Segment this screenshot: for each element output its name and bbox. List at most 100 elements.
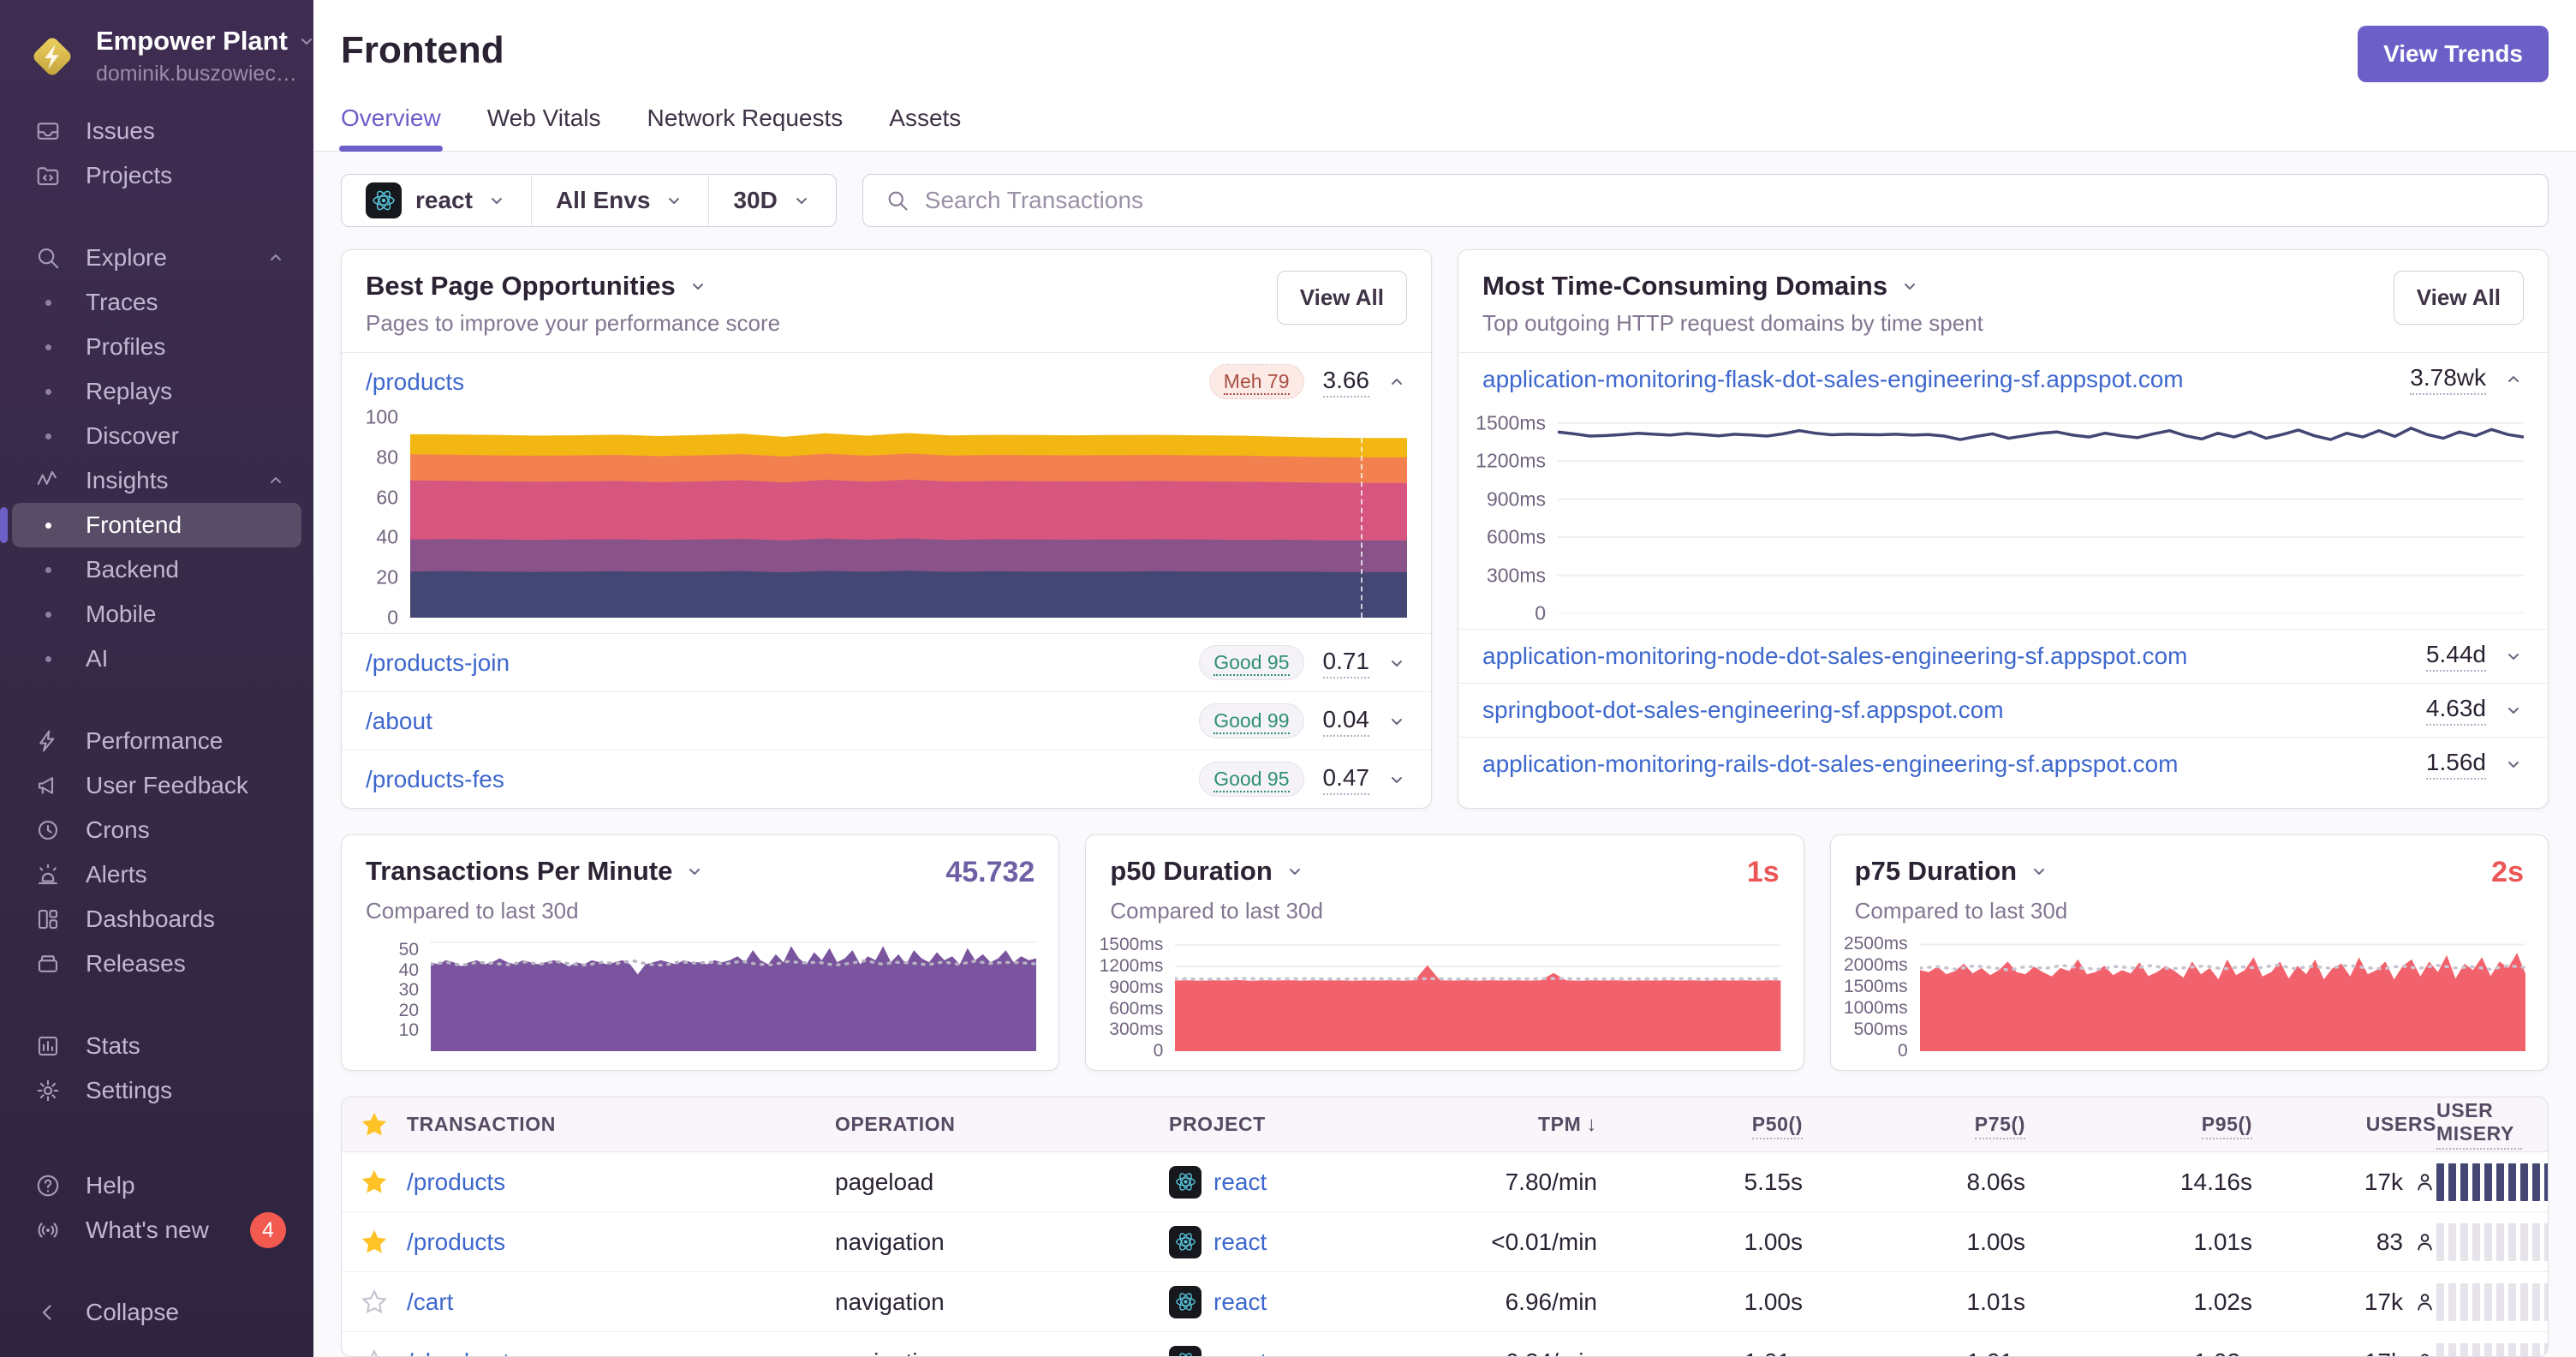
users-cell: 83: [2252, 1228, 2436, 1256]
sidebar-item-explore[interactable]: Explore: [12, 236, 301, 280]
tab-web-vitals[interactable]: Web Vitals: [487, 105, 601, 151]
star-filled-icon[interactable]: [342, 1228, 407, 1256]
user-misery-cell: [2436, 1163, 2548, 1201]
sidebar-item-issues[interactable]: Issues: [12, 109, 301, 153]
tab-network-requests[interactable]: Network Requests: [647, 105, 844, 151]
transaction-row[interactable]: /checkout navigation react 6.24/min 1.01…: [342, 1332, 2548, 1357]
bullet-dot: [33, 344, 63, 350]
star-filled-icon[interactable]: [342, 1111, 407, 1139]
column-header-project[interactable]: Project: [1169, 1113, 1452, 1136]
opportunity-score: 3.66: [1322, 367, 1369, 398]
sidebar-item-stats[interactable]: Stats: [12, 1024, 301, 1068]
project-filter-label: react: [415, 187, 473, 213]
sidebar-item-traces[interactable]: Traces: [12, 280, 301, 325]
sidebar-item-backend[interactable]: Backend: [12, 547, 301, 592]
sidebar-item-mobile[interactable]: Mobile: [12, 592, 301, 637]
page-link[interactable]: /about: [366, 708, 1199, 735]
transaction-row[interactable]: /products pageload react 7.80/min 5.15s …: [342, 1152, 2548, 1212]
sidebar-item-insights[interactable]: Insights: [12, 458, 301, 503]
megaphone-icon: [33, 773, 63, 798]
sidebar-item-replays[interactable]: Replays: [12, 369, 301, 414]
sidebar-item-frontend[interactable]: Frontend: [0, 503, 301, 547]
area-plot[interactable]: [1173, 938, 1783, 1051]
domain-link[interactable]: application-monitoring-node-dot-sales-en…: [1482, 643, 2407, 670]
chevron-down-icon[interactable]: [1386, 653, 1407, 673]
transaction-link[interactable]: /cart: [407, 1288, 835, 1316]
column-header-p95[interactable]: P95(): [2025, 1113, 2252, 1139]
star-filled-icon[interactable]: [342, 1169, 407, 1196]
page-link[interactable]: /products-join: [366, 649, 1199, 677]
view-all-button[interactable]: View All: [2393, 271, 2524, 325]
chevron-down-icon[interactable]: [2503, 700, 2524, 720]
transaction-row[interactable]: /products navigation react <0.01/min 1.0…: [342, 1212, 2548, 1272]
project-cell: react: [1169, 1285, 1452, 1318]
search-input[interactable]: [924, 187, 2525, 214]
stacked-area-plot[interactable]: [410, 417, 1407, 618]
chevron-down-icon[interactable]: [1899, 276, 1920, 296]
transaction-link[interactable]: /checkout: [407, 1348, 835, 1357]
sidebar-item-alerts[interactable]: Alerts: [12, 852, 301, 897]
chevron-down-icon[interactable]: [1386, 769, 1407, 790]
env-filter[interactable]: All Envs: [532, 175, 710, 226]
column-header-tpm[interactable]: TPM ↓: [1452, 1113, 1597, 1137]
chevron-down-icon[interactable]: [1386, 711, 1407, 732]
line-plot[interactable]: [1557, 413, 2525, 614]
chevron-down-icon[interactable]: [684, 861, 705, 882]
sidebar-item-user-feedback[interactable]: User Feedback: [12, 763, 301, 808]
view-all-button[interactable]: View All: [1276, 271, 1407, 325]
sidebar-item-collapse[interactable]: Collapse: [12, 1290, 301, 1335]
column-header-operation[interactable]: Operation: [835, 1113, 1169, 1136]
project-link[interactable]: react: [1213, 1288, 1267, 1316]
column-header-user-misery[interactable]: User Misery: [2436, 1099, 2548, 1150]
transaction-row[interactable]: /cart navigation react 6.96/min 1.00s 1.…: [342, 1272, 2548, 1332]
chevron-down-icon[interactable]: [688, 276, 708, 296]
tpm-cell: <0.01/min: [1491, 1228, 1597, 1255]
page-link[interactable]: /products: [366, 368, 1209, 396]
project-link[interactable]: react: [1213, 1169, 1267, 1196]
star-outline-icon[interactable]: [342, 1348, 407, 1356]
sidebar-item-dashboards[interactable]: Dashboards: [12, 897, 301, 942]
p95-cell: 1.02s: [2025, 1348, 2253, 1357]
page-title: Frontend: [341, 29, 504, 71]
column-header-p50[interactable]: P50(): [1597, 1113, 1803, 1139]
sidebar-item-ai[interactable]: AI: [12, 637, 301, 681]
chevron-down-icon[interactable]: [2503, 646, 2524, 667]
help-icon: [33, 1173, 63, 1199]
sidebar-item-projects[interactable]: Projects: [12, 153, 301, 198]
project-filter[interactable]: react: [342, 175, 532, 226]
chevron-down-icon[interactable]: [2029, 861, 2049, 882]
chevron-up-icon[interactable]: [1386, 372, 1407, 392]
sidebar-item-what-s-new[interactable]: What's new 4: [12, 1208, 301, 1252]
domain-link[interactable]: application-monitoring-flask-dot-sales-e…: [1482, 366, 2391, 393]
sidebar-item-discover[interactable]: Discover: [12, 414, 301, 458]
transaction-link[interactable]: /products: [407, 1228, 835, 1256]
column-header-transaction[interactable]: Transaction: [407, 1113, 835, 1136]
project-link[interactable]: react: [1213, 1228, 1267, 1256]
chevron-up-icon[interactable]: [2503, 369, 2524, 390]
area-plot[interactable]: [1917, 938, 2527, 1051]
misery-bars: [2436, 1222, 2548, 1261]
column-header-users[interactable]: Users: [2252, 1113, 2436, 1136]
chevron-down-icon[interactable]: [2503, 754, 2524, 774]
org-switcher[interactable]: Empower Plant dominik.buszowiec…: [0, 0, 313, 109]
tab-overview[interactable]: Overview: [339, 105, 443, 152]
tab-assets[interactable]: Assets: [889, 105, 961, 151]
dashboards-icon: [33, 906, 63, 932]
sidebar-item-releases[interactable]: Releases: [12, 942, 301, 986]
sidebar-item-profiles[interactable]: Profiles: [12, 325, 301, 369]
sidebar-item-performance[interactable]: Performance: [12, 719, 301, 763]
sidebar-item-settings[interactable]: Settings: [12, 1068, 301, 1113]
transaction-link[interactable]: /products: [407, 1169, 835, 1196]
project-link[interactable]: react: [1213, 1348, 1267, 1357]
chevron-down-icon[interactable]: [1285, 861, 1305, 882]
star-outline-icon[interactable]: [342, 1288, 407, 1316]
page-link[interactable]: /products-fes: [366, 766, 1199, 793]
period-filter[interactable]: 30D: [709, 175, 835, 226]
domain-link[interactable]: application-monitoring-rails-dot-sales-e…: [1482, 750, 2407, 778]
area-plot[interactable]: [429, 938, 1039, 1051]
sidebar-item-help[interactable]: Help: [12, 1163, 301, 1208]
column-header-p75[interactable]: P75(): [1803, 1113, 2025, 1139]
domain-link[interactable]: springboot-dot-sales-engineering-sf.apps…: [1482, 696, 2407, 724]
sidebar-item-crons[interactable]: Crons: [12, 808, 301, 852]
view-trends-button[interactable]: View Trends: [2358, 26, 2549, 82]
